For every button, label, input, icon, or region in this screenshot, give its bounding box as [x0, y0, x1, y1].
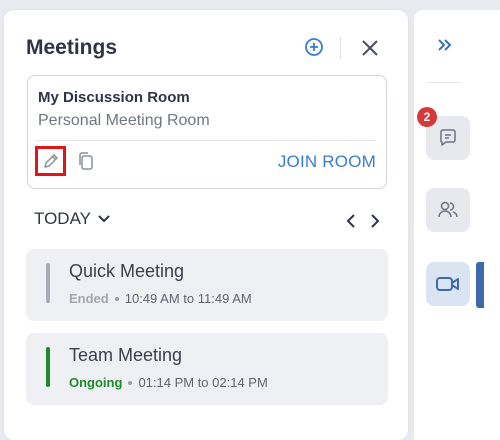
separator-dot — [128, 380, 133, 385]
close-icon — [362, 40, 378, 56]
meeting-time: 10:49 AM to 11:49 AM — [124, 291, 252, 306]
personal-room-card: My Discussion Room Personal Meeting Room… — [27, 75, 387, 189]
meeting-item-quick-meeting[interactable]: Quick Meeting Ended 10:49 AM to 11:49 AM — [26, 249, 388, 321]
edit-room-button[interactable] — [35, 146, 66, 176]
meeting-status: Ended — [69, 291, 109, 306]
meeting-title: Quick Meeting — [69, 261, 185, 281]
next-day-button[interactable] — [368, 212, 382, 230]
copy-room-link-button[interactable] — [76, 150, 96, 172]
room-subtitle: Personal Meeting Room — [38, 112, 210, 129]
rail-divider — [428, 82, 460, 83]
side-rail: 2 — [414, 10, 500, 440]
chevron-left-icon — [346, 214, 355, 228]
meeting-meta: Ended 10:49 AM to 11:49 AM — [69, 291, 252, 306]
video-camera-icon — [436, 277, 459, 291]
date-filter-label: TODAY — [34, 209, 91, 228]
date-filter-dropdown[interactable]: TODAY — [34, 209, 111, 229]
pencil-icon — [43, 154, 58, 168]
chevron-right-icon — [371, 214, 380, 228]
room-name: My Discussion Room — [38, 89, 190, 106]
meeting-meta: Ongoing 01:14 PM to 02:14 PM — [69, 375, 268, 390]
header-divider — [340, 37, 341, 59]
room-card-divider — [36, 140, 376, 141]
chat-icon — [440, 129, 456, 146]
add-circle-icon — [305, 38, 323, 56]
active-indicator — [476, 262, 484, 308]
chat-unread-badge: 2 — [417, 107, 437, 127]
join-room-button[interactable]: JOIN ROOM — [278, 152, 376, 172]
meeting-item-team-meeting[interactable]: Team Meeting Ongoing 01:14 PM to 02:14 P… — [26, 333, 388, 405]
copy-icon — [79, 152, 93, 170]
previous-day-button[interactable] — [344, 212, 358, 230]
video-meetings-button[interactable] — [426, 262, 470, 306]
panel-title: Meetings — [26, 36, 118, 59]
meeting-status-bar — [46, 347, 50, 387]
double-chevron-right-icon — [438, 39, 452, 51]
meeting-status-bar — [46, 263, 50, 303]
meeting-title: Team Meeting — [69, 345, 183, 365]
meetings-panel: Meetings My Discussion Room Personal Mee… — [4, 10, 408, 440]
add-meeting-button[interactable] — [304, 37, 324, 57]
meeting-status: Ongoing — [69, 375, 123, 390]
close-panel-button[interactable] — [360, 38, 380, 58]
participants-button[interactable] — [426, 188, 470, 232]
expand-rail-button[interactable] — [436, 36, 454, 54]
chevron-down-icon — [98, 215, 110, 223]
meeting-time: 01:14 PM to 02:14 PM — [138, 375, 268, 390]
participants-icon — [438, 201, 458, 218]
separator-dot — [114, 296, 119, 301]
